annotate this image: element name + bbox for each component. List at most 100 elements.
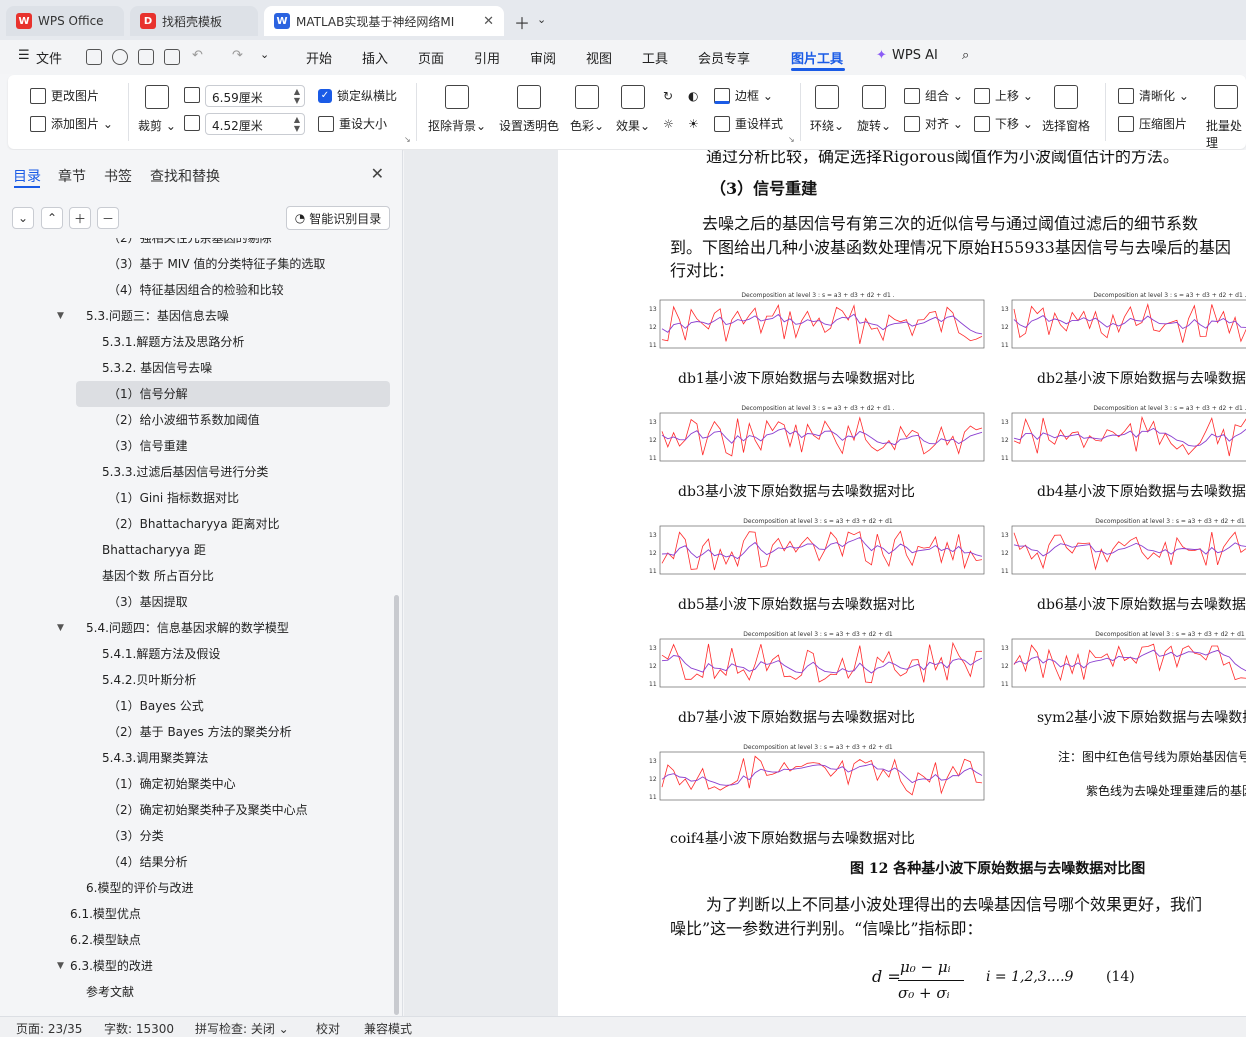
print-icon[interactable]: [138, 49, 154, 65]
menu-member[interactable]: 会员专享: [698, 48, 750, 67]
menu-page[interactable]: 页面: [418, 48, 444, 67]
toc-item[interactable]: 5.3.2. 基因信号去噪: [0, 355, 390, 381]
collapse-up-button[interactable]: ⌃: [41, 207, 63, 229]
width-spinner[interactable]: 6.59厘米 ▲ ▼: [205, 85, 305, 107]
redo-icon[interactable]: ↷: [232, 48, 243, 63]
color-button[interactable]: 色彩⌄: [570, 85, 604, 134]
align-button[interactable]: 对齐 ⌄: [904, 115, 963, 132]
toc-item[interactable]: 基因个数 所占百分比: [0, 563, 390, 589]
tab-list-chevron-icon[interactable]: ⌄: [537, 13, 546, 26]
reset-style-button[interactable]: 重设样式: [714, 115, 783, 132]
save-icon[interactable]: [86, 49, 102, 65]
expand-arrow-icon[interactable]: ▼: [57, 961, 64, 971]
toc-item[interactable]: （4）特征基因组合的检验和比较: [0, 277, 390, 303]
wavelet-plot-figure[interactable]: Decomposition at level 3 : s = a3 + d3 +…: [1000, 405, 1246, 463]
wavelet-plot-figure[interactable]: Decomposition at level 3 : s = a3 + d3 +…: [1000, 518, 1246, 576]
toc-item[interactable]: （1）Bayes 公式: [0, 693, 390, 719]
export-pdf-icon[interactable]: [112, 49, 128, 65]
toc-item[interactable]: 参考文献: [0, 979, 390, 1005]
tab-find-replace[interactable]: 查找和替换: [150, 166, 220, 186]
menu-insert[interactable]: 插入: [362, 48, 388, 67]
menu-file[interactable]: 文件: [36, 48, 62, 67]
proofread-button[interactable]: 校对: [316, 1020, 340, 1037]
toc-item[interactable]: （3）信号重建: [0, 433, 390, 459]
reset-size-button[interactable]: 重设大小: [318, 115, 387, 132]
new-tab-plus-icon[interactable]: ＋: [514, 10, 530, 34]
toc-item[interactable]: 5.3.1.解题方法及思路分析: [0, 329, 390, 355]
toc-item[interactable]: 5.4.2.贝叶斯分析: [0, 667, 390, 693]
toc-item[interactable]: （1）信号分解: [76, 381, 390, 407]
brightness-icon[interactable]: ◐: [688, 89, 698, 103]
toc-item[interactable]: （4）结果分析: [0, 849, 390, 875]
smart-toc-button[interactable]: ◔ 智能识别目录: [286, 206, 390, 230]
toc-item[interactable]: 5.3.3.过滤后基因信号进行分类: [0, 459, 390, 485]
toc-item[interactable]: （2）Bhattacharyya 距离对比: [0, 511, 390, 537]
wavelet-plot-figure[interactable]: Decomposition at level 3 : s = a3 + d3 +…: [648, 518, 988, 576]
toc-item[interactable]: 5.4.1.解题方法及假设: [0, 641, 390, 667]
crop-button[interactable]: 裁剪 ⌄: [138, 85, 176, 134]
wavelet-plot-figure[interactable]: Decomposition at level 3 : s = a3 + d3 +…: [648, 292, 988, 350]
toc-item[interactable]: 5.4.3.调用聚类算法: [0, 745, 390, 771]
set-transparent-color-button[interactable]: 设置透明色: [499, 85, 559, 134]
tab-wps-office[interactable]: W WPS Office: [6, 6, 124, 36]
toc-item[interactable]: （2）给小波细节系数加阈值: [0, 407, 390, 433]
group-button[interactable]: 组合 ⌄: [904, 87, 963, 104]
menu-review[interactable]: 审阅: [530, 48, 556, 67]
add-picture-button[interactable]: 添加图片 ⌄: [30, 115, 113, 132]
change-picture-button[interactable]: 更改图片: [30, 87, 99, 104]
toc-item[interactable]: （2）基于 Bayes 方法的聚类分析: [0, 719, 390, 745]
word-count[interactable]: 字数: 15300: [104, 1020, 174, 1037]
toc-item[interactable]: （1）Gini 指标数据对比: [0, 485, 390, 511]
batch-process-button[interactable]: 批量处理: [1206, 85, 1246, 151]
add-heading-button[interactable]: ＋: [69, 207, 91, 229]
page-count[interactable]: 页面: 23/35: [16, 1020, 82, 1037]
lock-ratio-checkbox[interactable]: ✓ 锁定纵横比: [318, 87, 397, 104]
expand-arrow-icon[interactable]: ▼: [57, 623, 64, 633]
toc-item[interactable]: （2）强相关性冗余基因的剔除: [0, 238, 390, 251]
menu-view[interactable]: 视图: [586, 48, 612, 67]
sharpen-button[interactable]: 清晰化 ⌄: [1118, 87, 1189, 104]
rotate-color-icon[interactable]: ↻: [663, 89, 673, 103]
toc-item[interactable]: （2）确定初始聚类种子及聚类中心点: [0, 797, 390, 823]
expand-arrow-icon[interactable]: ▼: [57, 311, 64, 321]
move-down-button[interactable]: 下移 ⌄: [974, 115, 1033, 132]
contrast-icon[interactable]: ☼: [663, 117, 674, 131]
wrap-button[interactable]: 环绕⌄: [810, 85, 844, 134]
tab-docer-template[interactable]: D 找稻壳模板: [130, 6, 258, 36]
toc-item[interactable]: （3）分类: [0, 823, 390, 849]
toc-scrollbar[interactable]: [394, 595, 399, 1015]
close-tab-icon[interactable]: ✕: [483, 14, 494, 29]
remove-heading-button[interactable]: －: [97, 207, 119, 229]
toc-item[interactable]: 6.模型的评价与改进: [0, 875, 390, 901]
menu-tools[interactable]: 工具: [642, 48, 668, 67]
rotate-button[interactable]: 旋转⌄: [857, 85, 891, 134]
hamburger-icon[interactable]: ☰: [18, 48, 30, 63]
toc-item[interactable]: 6.2.模型缺点: [0, 927, 390, 953]
spell-check-status[interactable]: 拼写检查: 关闭 ⌄: [195, 1020, 289, 1037]
dialog-launcher-icon[interactable]: ↘: [788, 135, 795, 144]
toc-item[interactable]: 6.1.模型优点: [0, 901, 390, 927]
wavelet-plot-figure[interactable]: Decomposition at level 3 : s = a3 + d3 +…: [1000, 631, 1246, 689]
menu-reference[interactable]: 引用: [474, 48, 500, 67]
quick-access-chevron-icon[interactable]: ⌄: [260, 48, 269, 61]
tab-toc[interactable]: 目录: [13, 166, 41, 186]
effect-button[interactable]: 效果⌄: [616, 85, 650, 134]
tab-document[interactable]: W MATLAB实现基于神经网络MI ✕: [264, 6, 504, 36]
expand-down-button[interactable]: ⌄: [12, 207, 34, 229]
border-button[interactable]: 边框 ⌄: [714, 87, 773, 104]
toc-item[interactable]: Bhattacharyya 距: [0, 537, 390, 563]
wavelet-plot-figure[interactable]: Decomposition at level 3 : s = a3 + d3 +…: [648, 631, 988, 689]
wavelet-plot-figure[interactable]: Decomposition at level 3 : s = a3 + d3 +…: [648, 405, 988, 463]
move-up-button[interactable]: 上移 ⌄: [974, 87, 1033, 104]
menu-wps-ai[interactable]: WPS AI: [892, 48, 938, 63]
search-icon[interactable]: ⌕: [962, 48, 969, 63]
toc-item[interactable]: （1）确定初始聚类中心: [0, 771, 390, 797]
undo-icon[interactable]: ↶: [192, 48, 203, 63]
selection-pane-button[interactable]: 选择窗格: [1042, 85, 1090, 134]
print-preview-icon[interactable]: [164, 49, 180, 65]
spinner-arrows-icon[interactable]: ▲ ▼: [294, 115, 300, 133]
wavelet-plot-figure[interactable]: Decomposition at level 3 : s = a3 + d3 +…: [1000, 292, 1246, 350]
remove-background-button[interactable]: 抠除背景⌄: [428, 85, 486, 134]
spinner-arrows-icon[interactable]: ▲ ▼: [294, 87, 300, 105]
close-pane-icon[interactable]: ✕: [371, 164, 384, 183]
